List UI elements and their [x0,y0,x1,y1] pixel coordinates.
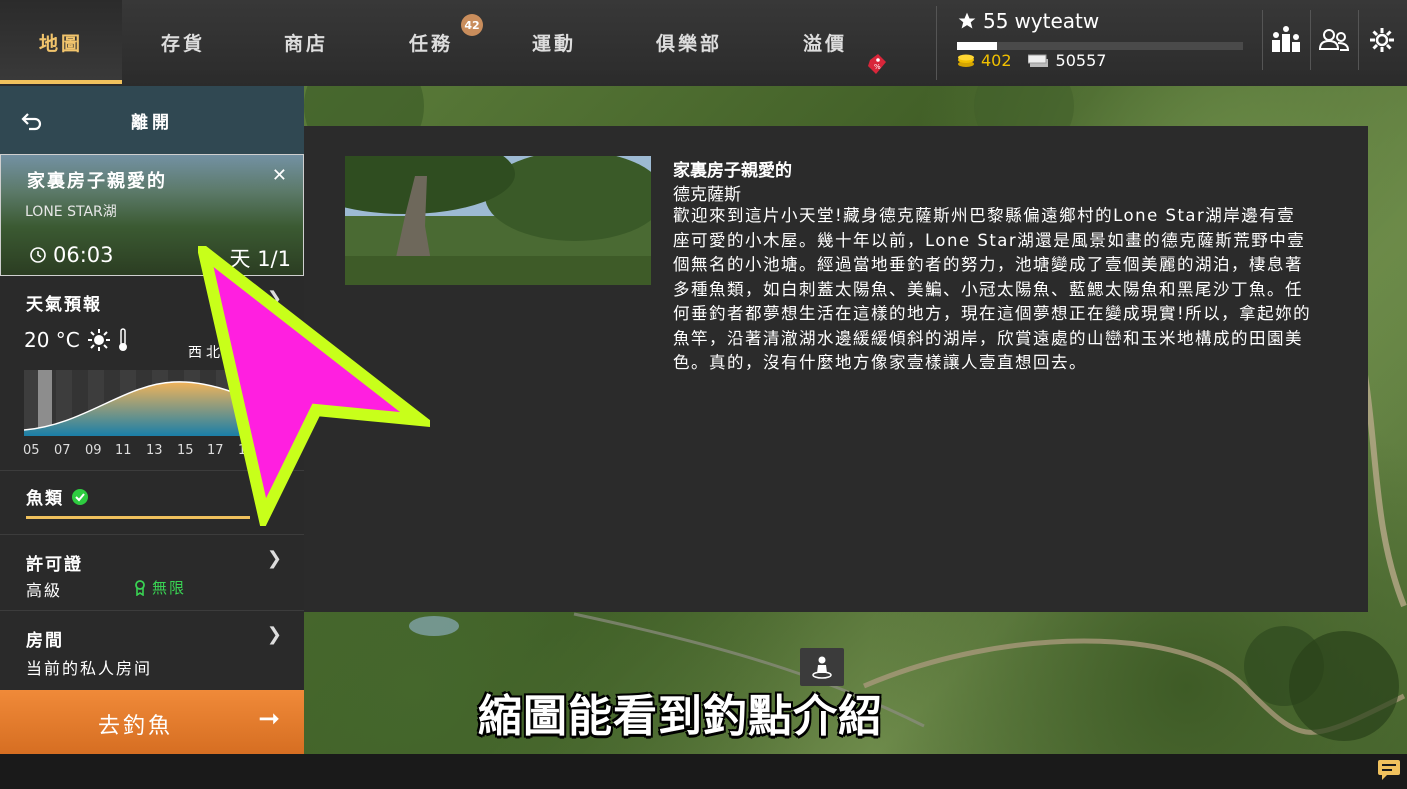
room-title: 房間 [26,631,64,651]
top-navigation-bar: 地圖 存貨 商店 任務 42 運動 俱樂部 溢價 % 55 wyteatw 40… [0,0,1407,87]
leaderboard-button[interactable] [1262,10,1309,70]
clock-icon [30,247,46,263]
cursor-pointer-annotation [198,246,430,526]
location-card-lake: LONE STAR湖 [25,204,117,220]
friends-button[interactable] [1310,10,1357,70]
player-name-row: 55 wyteatw [957,9,1099,33]
temperature-value: 20 °C [24,328,80,352]
go-fishing-button[interactable]: 去釣魚 ➞ [0,690,304,754]
chat-icon[interactable] [1377,759,1401,781]
tab-club[interactable]: 俱樂部 [628,0,750,84]
license-section[interactable]: 許可證 ❯ 高級 無限 [0,534,304,611]
star-icon [958,12,976,29]
location-info-panel: 家裏房子親愛的 德克薩斯 歡迎來到這片小天堂!藏身德克薩斯州巴黎縣偏遠鄉村的Lo… [304,126,1368,612]
game-time: 06:03 [29,243,114,267]
tab-shop[interactable]: 商店 [245,0,367,84]
room-value: 当前的私人房间 [26,659,153,678]
svg-text:%: % [874,63,881,71]
silver-amount: 50557 [1055,51,1107,70]
video-caption: 縮圖能看到釣點介紹 [478,691,883,742]
gold-amount: 402 [981,51,1012,70]
arrow-right-icon: ➞ [258,704,280,734]
room-section[interactable]: 房間 ❯ 当前的私人房间 [0,610,304,691]
missions-count-badge: 42 [461,14,483,36]
fish-title-row: 魚類 [26,484,88,509]
check-circle-icon [72,488,88,505]
forecast-hour: 15 [177,443,194,458]
gold-coins-icon [958,54,974,67]
player-level: 55 [983,9,1009,33]
player-status: 55 wyteatw 402 50557 [936,6,1257,80]
xp-progress-fill [957,42,998,50]
tab-missions[interactable]: 任務 42 [370,0,492,84]
leaderboard-icon [1272,26,1300,52]
go-fishing-label: 去釣魚 [98,714,174,739]
fish-title: 魚類 [26,489,64,509]
sun-icon [87,329,110,351]
location-description: 歡迎來到這片小天堂!藏身德克薩斯州巴黎縣偏遠鄉村的Lone Star湖岸邊有壹座… [673,206,1312,372]
silver-bills-icon [1027,54,1048,67]
chevron-right-icon[interactable]: ❯ [267,624,282,645]
forecast-hour: 09 [85,443,102,458]
license-title: 許可證 [26,555,83,575]
angler-icon [812,656,832,679]
currency-row: 402 50557 [957,51,1106,70]
forecast-hour: 07 [54,443,71,458]
tab-inventory[interactable]: 存貨 [122,0,244,84]
tab-map[interactable]: 地圖 [0,0,122,84]
chevron-right-icon[interactable]: ❯ [267,548,282,569]
license-level: 高級 [26,581,63,600]
license-status: 無限 [134,577,186,598]
weather-title: 天氣預報 [26,295,102,315]
bottom-bar [0,754,1407,789]
license-status-value: 無限 [152,579,187,597]
friends-icon [1318,29,1350,51]
xp-progress-bar [957,42,1243,50]
temperature-row: 20 °C [24,328,128,352]
player-name: wyteatw [1014,9,1100,33]
forecast-hour: 13 [146,443,163,458]
thermometer-icon [118,328,127,351]
exit-label: 離開 [131,112,173,133]
forecast-hour: 11 [115,443,132,458]
license-ribbon-icon [135,579,145,596]
game-time-value: 06:03 [53,243,114,267]
location-card-name: 家裏房子親愛的 [27,171,167,192]
settings-icon [1370,28,1394,52]
price-tag-icon: % [868,54,886,74]
location-region: 德克薩斯 [673,185,741,205]
tab-sport[interactable]: 運動 [493,0,615,84]
location-title: 家裏房子親愛的 [673,161,792,181]
close-icon[interactable]: ✕ [272,165,287,186]
forecast-hour: 05 [23,443,40,458]
settings-button[interactable] [1358,10,1405,70]
exit-header[interactable]: 離開 [0,86,304,154]
